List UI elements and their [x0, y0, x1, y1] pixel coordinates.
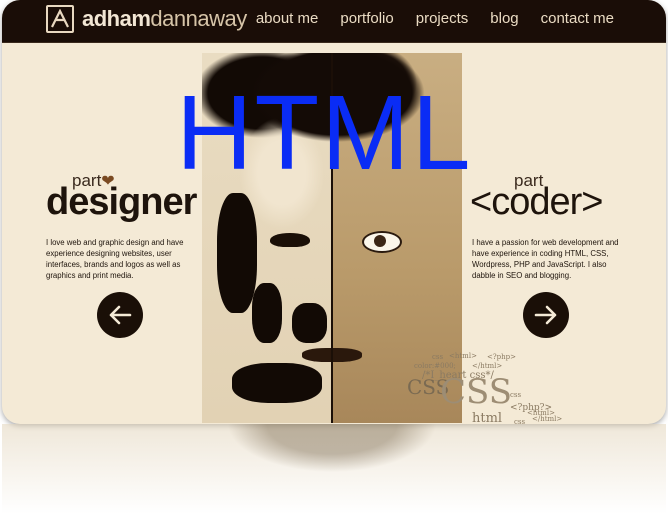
- arrow-right-icon: [534, 305, 557, 325]
- portrait-right-eye: [362, 231, 402, 253]
- designer-heading: designer: [46, 181, 197, 223]
- nav-contact-me[interactable]: contact me: [541, 10, 614, 27]
- brush-stroke: [252, 283, 282, 343]
- logo-light-text: dannaway: [150, 6, 247, 31]
- code-word: css: [432, 353, 444, 361]
- brush-stroke: [232, 363, 322, 403]
- portrait-left-eye: [270, 233, 310, 247]
- reflection-shape: [202, 424, 462, 504]
- coder-heading: <coder>: [470, 181, 603, 223]
- main-nav: about me portfolio projects blog contact…: [256, 10, 614, 27]
- next-arrow-button[interactable]: [523, 292, 569, 338]
- code-word: <html>: [527, 409, 555, 417]
- nav-blog[interactable]: blog: [490, 10, 518, 27]
- code-word: css: [510, 391, 522, 399]
- brush-stroke: [217, 193, 257, 313]
- logo-mark-icon[interactable]: [46, 5, 74, 33]
- code-word: </html>: [472, 362, 503, 370]
- arrow-left-icon: [109, 305, 132, 325]
- code-word: html: [472, 411, 503, 424]
- logo-bold-text: adham: [82, 6, 151, 31]
- nav-about-me[interactable]: about me: [256, 10, 319, 27]
- brush-stroke: [292, 303, 327, 343]
- previous-arrow-button[interactable]: [97, 292, 143, 338]
- code-word: CSS: [440, 372, 513, 412]
- nav-portfolio[interactable]: portfolio: [340, 10, 393, 27]
- code-word: color:#000;: [414, 362, 456, 370]
- site-logo[interactable]: adhamdannaway: [82, 6, 247, 32]
- nav-projects[interactable]: projects: [416, 10, 469, 27]
- code-word: <?php>: [487, 353, 516, 361]
- mirror-reflection: [2, 424, 666, 530]
- code-word: <html>: [449, 352, 477, 360]
- designer-blurb: I love web and graphic design and have e…: [46, 238, 184, 280]
- top-navigation-bar: adhamdannaway about me portfolio project…: [2, 0, 666, 43]
- coder-blurb: I have a passion for web development and…: [472, 238, 619, 280]
- website-frame: adhamdannaway about me portfolio project…: [2, 0, 666, 424]
- html-overlay-text: HTML: [176, 74, 473, 192]
